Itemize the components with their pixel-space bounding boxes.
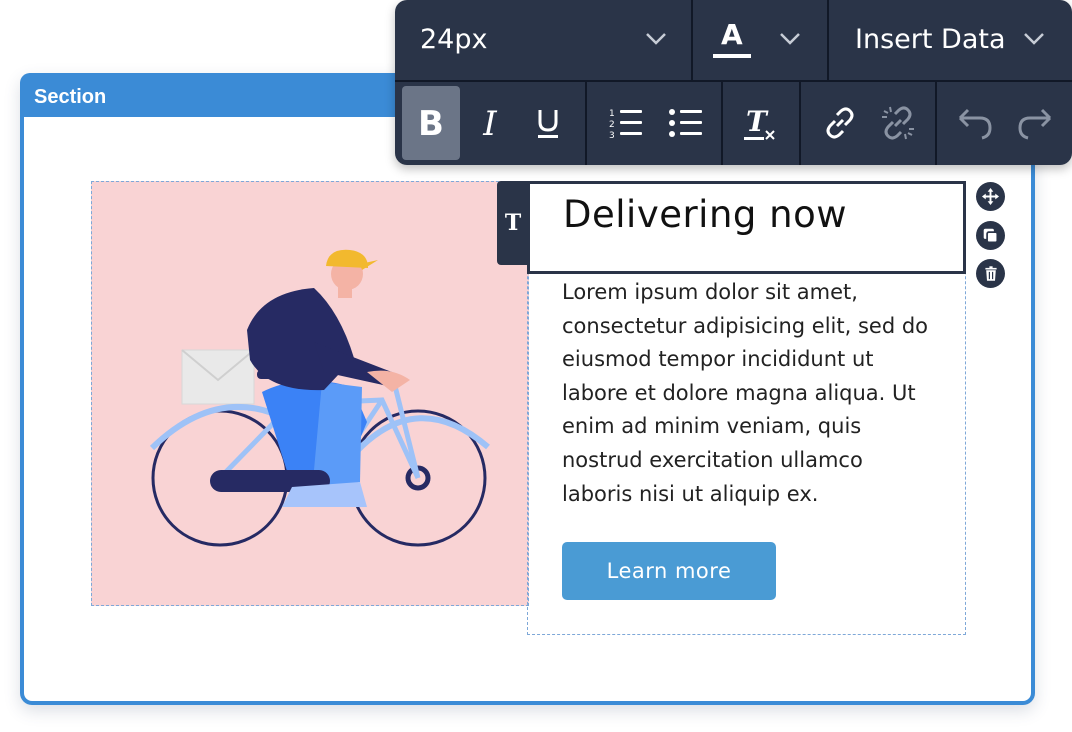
move-icon[interactable]: [976, 182, 1005, 211]
font-size-select[interactable]: 24px: [395, 0, 691, 80]
chevron-down-icon: [780, 33, 800, 45]
underline-button[interactable]: [523, 86, 573, 160]
unlink-icon: [882, 106, 914, 140]
toolbar-divider: [721, 82, 723, 165]
insert-data-select[interactable]: Insert Data: [829, 0, 1072, 80]
heading-text[interactable]: Delivering now: [563, 193, 847, 236]
image-block[interactable]: [91, 181, 529, 606]
underline-icon: [538, 110, 558, 138]
text-color-swatch: [713, 54, 751, 58]
link-icon: [826, 107, 854, 139]
toolbar-divider: [799, 82, 801, 165]
duplicate-icon[interactable]: [976, 221, 1005, 250]
svg-text:B: B: [418, 106, 444, 140]
cyclist-illustration: [149, 249, 490, 547]
insert-data-label: Insert Data: [855, 24, 1006, 55]
svg-text:I: I: [482, 106, 497, 140]
unordered-list-icon: [669, 109, 702, 137]
chevron-down-icon: [646, 33, 666, 45]
svg-text:2: 2: [609, 120, 615, 130]
link-button[interactable]: [815, 86, 865, 160]
rich-text-toolbar: 24px A Insert Data B I 123 T: [395, 0, 1072, 165]
svg-text:T: T: [746, 105, 769, 138]
redo-button[interactable]: [1010, 86, 1060, 160]
svg-text:1: 1: [609, 109, 615, 119]
clear-format-icon: T: [744, 105, 775, 140]
section-label: Section: [34, 86, 107, 108]
bold-button[interactable]: B: [402, 86, 460, 160]
ordered-list-icon: 123: [609, 109, 642, 140]
undo-button[interactable]: [950, 86, 1000, 160]
bold-icon: B: [418, 106, 444, 140]
clear-format-button[interactable]: T: [735, 86, 785, 160]
svg-text:3: 3: [609, 131, 615, 140]
ordered-list-button[interactable]: 123: [601, 86, 651, 160]
redo-icon: [1018, 108, 1052, 140]
learn-more-button[interactable]: Learn more: [562, 542, 776, 600]
italic-button[interactable]: I: [465, 86, 515, 160]
toolbar-divider: [935, 82, 937, 165]
italic-icon: I: [482, 106, 497, 140]
unordered-list-button[interactable]: [661, 86, 711, 160]
delete-icon[interactable]: [976, 259, 1005, 288]
text-color-select[interactable]: A: [693, 0, 827, 80]
text-block-tab[interactable]: T: [497, 181, 529, 265]
body-text[interactable]: Lorem ipsum dolor sit amet, consectetur …: [562, 276, 962, 511]
toolbar-divider: [395, 80, 1072, 82]
font-size-value: 24px: [420, 24, 488, 55]
text-color-icon: A: [721, 18, 743, 51]
chevron-down-icon: [1024, 33, 1044, 45]
undo-icon: [958, 108, 992, 140]
unlink-button[interactable]: [873, 86, 923, 160]
toolbar-divider: [585, 82, 587, 165]
